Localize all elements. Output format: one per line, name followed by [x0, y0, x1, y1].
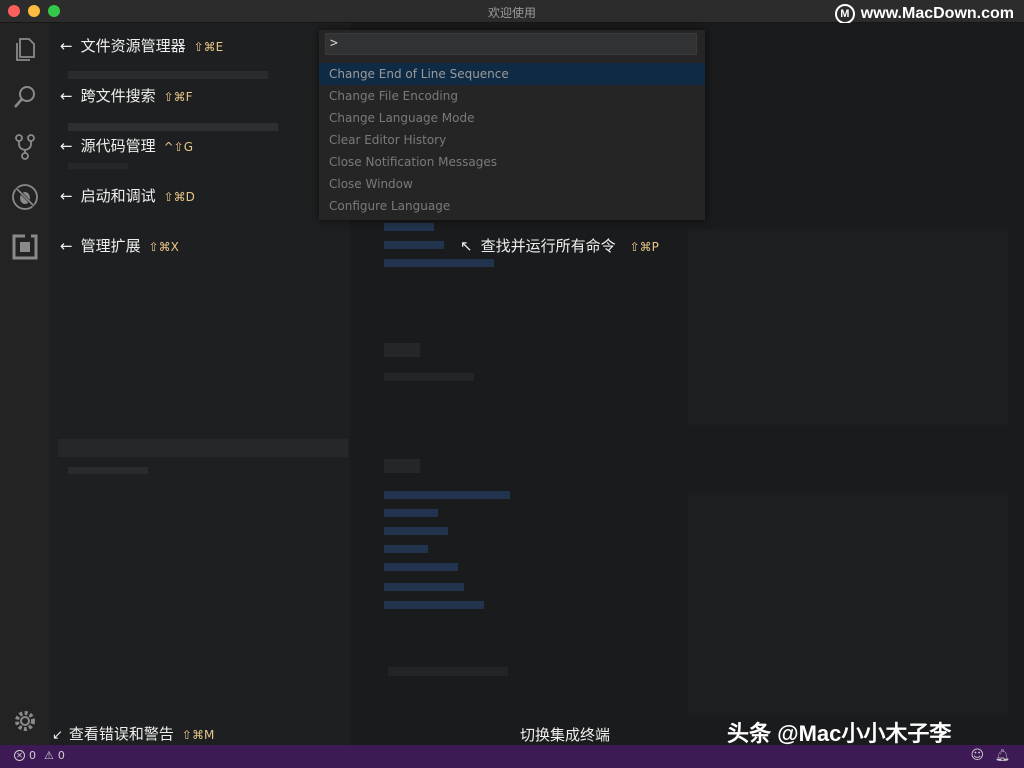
debug-icon[interactable] — [11, 183, 39, 211]
activity-bar — [0, 23, 50, 745]
link-placeholder — [384, 241, 444, 249]
hint-shortcut: ⇧⌘X — [148, 240, 179, 254]
arrow-left-icon: ← — [60, 187, 73, 205]
hint-shortcut: ⇧⌘P — [629, 240, 659, 254]
arrow-left-icon: ← — [60, 87, 73, 105]
search-icon[interactable] — [11, 83, 39, 111]
sidebar-placeholder — [68, 123, 278, 131]
checkbox-placeholder — [388, 667, 508, 676]
command-item[interactable]: Close Notification Messages — [319, 151, 705, 173]
hint-label: 文件资源管理器 — [80, 37, 186, 55]
warning-count: 0 — [57, 749, 65, 762]
hint-label: 源代码管理 — [80, 137, 156, 155]
feedback-smiley-icon[interactable]: ☺ — [970, 748, 984, 763]
link-placeholder — [384, 545, 428, 553]
command-palette: > Change End of Line Sequence Change Fil… — [319, 30, 705, 220]
notification-bell-icon[interactable]: 🔔︎ — [995, 748, 1010, 762]
sidebar — [50, 23, 350, 745]
command-item[interactable]: Clear Editor History — [319, 129, 705, 151]
link-placeholder — [384, 509, 438, 517]
macdown-logo-icon: M — [834, 4, 855, 24]
macdown-watermark: M www.MacDown.com — [834, 4, 1014, 24]
hint-extensions: ← 管理扩展 ⇧⌘X — [60, 235, 179, 256]
hint-search: ← 跨文件搜索 ⇧⌘F — [60, 85, 193, 106]
text-placeholder — [384, 373, 474, 381]
hint-label: 跨文件搜索 — [80, 87, 156, 105]
hint-label: 查找并运行所有命令 — [480, 237, 616, 255]
hint-shortcut: ^⇧G — [163, 140, 194, 154]
command-item[interactable]: Close Window — [319, 173, 705, 195]
command-item[interactable]: Change Language Mode — [319, 107, 705, 129]
hint-label: 启动和调试 — [80, 187, 156, 205]
hint-terminal: 切换集成终端 — [520, 724, 610, 745]
hint-label: 管理扩展 — [80, 237, 141, 255]
arrow-left-icon: ← — [60, 137, 73, 155]
hint-label: 切换集成终端 — [520, 726, 611, 744]
hint-explorer: ← 文件资源管理器 ⇧⌘E — [60, 35, 223, 56]
brand-watermark: 头条 @Mac小小木子李 — [727, 721, 952, 746]
extensions-icon[interactable] — [11, 233, 39, 261]
hint-shortcut: ⇧⌘E — [193, 40, 224, 54]
hint-shortcut: ⇧⌘D — [163, 190, 195, 204]
hint-debug: ← 启动和调试 ⇧⌘D — [60, 185, 195, 206]
title-bar: 欢迎使用 M www.MacDown.com — [0, 0, 1024, 24]
sidebar-placeholder — [68, 467, 148, 474]
link-placeholder — [384, 223, 434, 231]
source-control-icon[interactable] — [11, 133, 39, 161]
card-placeholder — [688, 493, 1008, 715]
sidebar-placeholder — [68, 71, 268, 79]
command-palette-input[interactable]: > — [325, 33, 697, 55]
hint-shortcut: ⇧⌘M — [181, 728, 215, 742]
command-item[interactable]: Change File Encoding — [319, 85, 705, 107]
heading-placeholder — [384, 343, 420, 357]
gear-icon[interactable] — [11, 707, 39, 735]
watermark-text: www.MacDown.com — [860, 5, 1014, 22]
status-bar: ✕ 0 ⚠ 0 ☺ 🔔︎ — [0, 745, 1024, 768]
hint-problems: ↙ 查看错误和警告 ⇧⌘M — [52, 723, 214, 744]
arrow-up-left-icon: ↖ — [460, 237, 473, 255]
command-item[interactable]: Change End of Line Sequence — [319, 63, 705, 85]
link-placeholder — [384, 259, 494, 267]
sidebar-section-header[interactable] — [58, 439, 348, 457]
heading-placeholder — [384, 459, 420, 473]
link-placeholder — [384, 491, 510, 499]
link-placeholder — [384, 583, 464, 591]
arrow-left-icon: ← — [60, 237, 73, 255]
link-placeholder — [384, 601, 484, 609]
arrow-down-left-icon: ↙ — [52, 728, 63, 743]
hint-source-control: ← 源代码管理 ^⇧G — [60, 135, 193, 156]
error-icon: ✕ — [14, 750, 25, 761]
arrow-left-icon: ← — [60, 37, 73, 55]
files-icon[interactable] — [11, 35, 39, 63]
warning-icon: ⚠ — [44, 749, 54, 762]
error-count: 0 — [29, 749, 36, 762]
sidebar-placeholder — [68, 163, 128, 169]
hint-command-palette: ↖ 查找并运行所有命令 ⇧⌘P — [460, 235, 659, 256]
hint-shortcut: ⇧⌘F — [163, 90, 193, 104]
card-placeholder — [688, 229, 1008, 425]
command-item[interactable]: Configure Language — [319, 195, 705, 217]
link-placeholder — [384, 563, 458, 571]
hint-label: 查看错误和警告 — [68, 725, 174, 743]
problems-indicator[interactable]: ✕ 0 ⚠ 0 — [14, 749, 65, 762]
link-placeholder — [384, 527, 448, 535]
